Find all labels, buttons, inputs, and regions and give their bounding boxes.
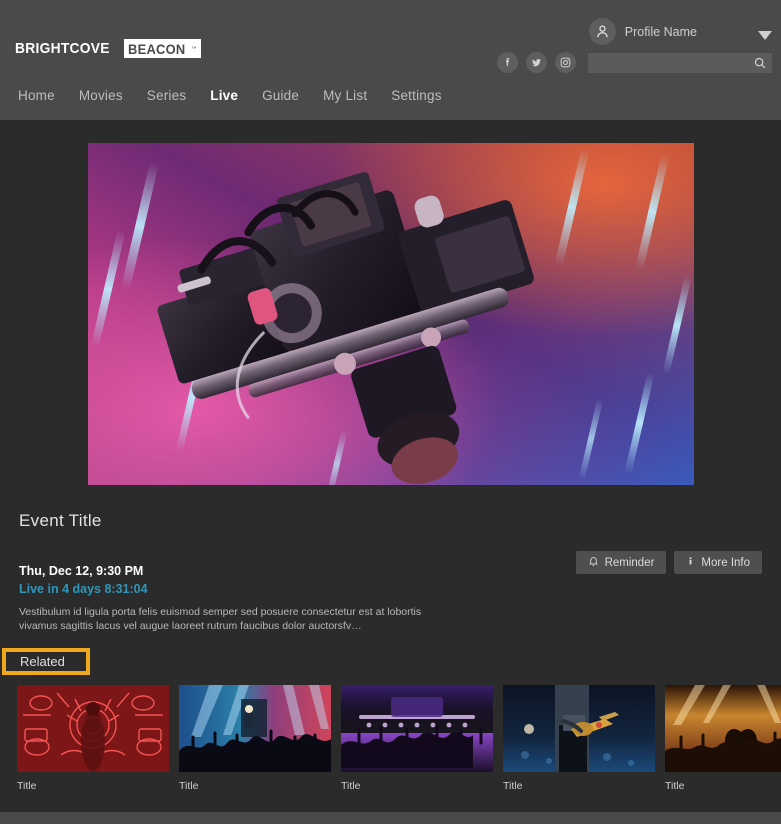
thumbnail-art-red-neon <box>17 685 169 772</box>
instagram-icon[interactable] <box>555 52 576 73</box>
thumbnail-art-concert-crowd <box>179 685 331 772</box>
related-items-rail: Title Title <box>17 685 781 792</box>
search-box[interactable] <box>588 53 772 73</box>
info-icon <box>686 555 695 570</box>
search-icon[interactable] <box>753 56 767 75</box>
related-thumbnail[interactable] <box>503 685 655 772</box>
thumbnail-art-guitarist <box>503 685 655 772</box>
hero-event-image[interactable] <box>88 143 694 485</box>
hero-artwork <box>88 143 694 485</box>
profile-menu[interactable]: Profile Name <box>589 18 772 45</box>
related-card[interactable]: Title <box>503 685 655 792</box>
related-thumbnail[interactable] <box>665 685 781 772</box>
related-heading: Related <box>6 654 65 669</box>
nav-item-guide[interactable]: Guide <box>262 88 299 103</box>
nav-item-home[interactable]: Home <box>18 88 55 103</box>
nav-item-my-list[interactable]: My List <box>323 88 367 103</box>
event-datetime: Thu, Dec 12, 9:30 PM <box>19 564 143 578</box>
page-footer <box>0 812 781 824</box>
event-action-buttons: Reminder More Info <box>576 551 762 574</box>
nav-item-movies[interactable]: Movies <box>79 88 123 103</box>
related-card-title: Title <box>665 780 781 792</box>
related-card[interactable]: Title <box>17 685 169 792</box>
thumbnail-art-heart-hands <box>665 685 781 772</box>
related-card-title: Title <box>503 780 655 792</box>
related-card-title: Title <box>341 780 493 792</box>
related-card[interactable]: Title <box>179 685 331 792</box>
reminder-button-label: Reminder <box>605 557 655 569</box>
thumbnail-art-purple-stage <box>341 685 493 772</box>
more-info-button[interactable]: More Info <box>674 551 762 574</box>
event-title: Event Title <box>19 511 102 531</box>
related-thumbnail[interactable] <box>179 685 331 772</box>
related-section-highlight: Related <box>2 648 90 675</box>
event-countdown: Live in 4 days 8:31:04 <box>19 582 148 596</box>
user-avatar-icon <box>589 18 616 45</box>
chevron-down-icon[interactable] <box>758 27 772 36</box>
site-header: BRIGHTCOVE BEACON ™ Profile Name <box>0 0 781 120</box>
related-card[interactable]: Title <box>665 685 781 792</box>
logo-beacon-text: BEACON <box>128 41 185 57</box>
brightcove-beacon-logo[interactable]: BRIGHTCOVE BEACON ™ <box>15 39 201 58</box>
logo-brightcove-text: BRIGHTCOVE <box>15 39 110 58</box>
main-navigation: Home Movies Series Live Guide My List Se… <box>18 88 442 103</box>
twitter-icon[interactable] <box>526 52 547 73</box>
related-thumbnail[interactable] <box>17 685 169 772</box>
facebook-icon[interactable] <box>497 52 518 73</box>
related-thumbnail[interactable] <box>341 685 493 772</box>
nav-item-live[interactable]: Live <box>210 88 238 103</box>
more-info-button-label: More Info <box>701 557 750 569</box>
profile-name-label: Profile Name <box>625 25 697 39</box>
logo-trademark: ™ <box>192 46 197 52</box>
event-description: Vestibulum id ligula porta felis euismod… <box>19 605 424 633</box>
related-card-title: Title <box>179 780 331 792</box>
logo-beacon-box: BEACON ™ <box>124 39 200 58</box>
reminder-button[interactable]: Reminder <box>576 551 667 574</box>
bell-icon <box>588 555 599 570</box>
related-card[interactable]: Title <box>341 685 493 792</box>
header-utilities <box>497 52 772 73</box>
nav-item-settings[interactable]: Settings <box>391 88 441 103</box>
search-input[interactable] <box>588 57 772 69</box>
related-card-title: Title <box>17 780 169 792</box>
nav-item-series[interactable]: Series <box>147 88 186 103</box>
